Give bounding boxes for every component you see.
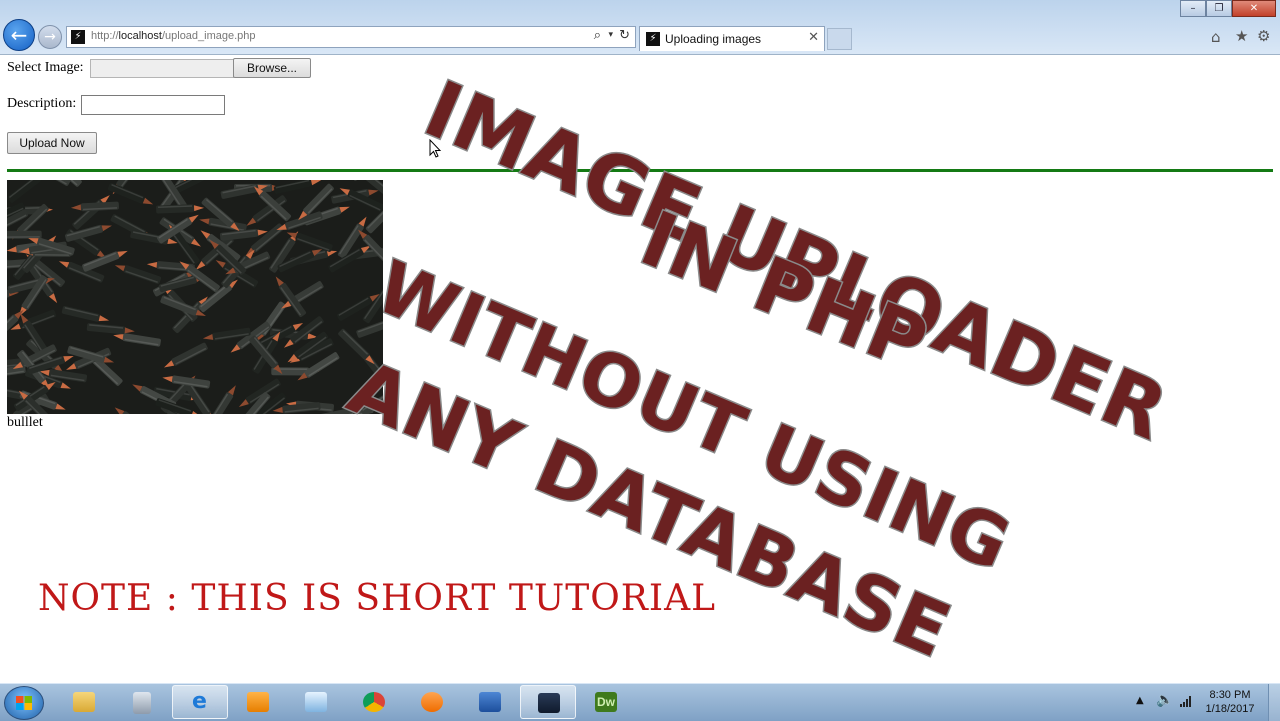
forward-button[interactable]: →	[38, 25, 62, 49]
taskbar-internet-explorer[interactable]: e	[172, 685, 228, 719]
uploaded-image	[7, 180, 383, 414]
dreamweaver-icon: Dw	[595, 692, 617, 712]
chevron-down-icon[interactable]: ▾	[608, 30, 613, 40]
new-tab-button[interactable]	[827, 28, 852, 50]
select-image-label: Select Image:	[7, 60, 84, 76]
taskbar-calculator[interactable]	[114, 685, 170, 719]
browser-toolbar: ← → ⚡ http://localhost/upload_image.php …	[0, 0, 1280, 55]
favorites-star-icon[interactable]: ★	[1235, 27, 1248, 45]
note-text: NOTE : THIS IS SHORT TUTORIAL	[38, 578, 716, 619]
tab-uploading-images[interactable]: ⚡ Uploading images ✕	[639, 26, 825, 51]
file-path-input[interactable]	[90, 59, 234, 78]
show-desktop-button[interactable]	[1268, 684, 1280, 721]
system-clock[interactable]: 8:30 PM 1/18/2017	[1200, 688, 1260, 716]
speaker-icon[interactable]: 🔈	[1156, 692, 1173, 708]
clock-time: 8:30 PM	[1200, 688, 1260, 702]
screen-recorder-icon	[538, 693, 560, 713]
site-favicon-icon: ⚡	[71, 30, 85, 44]
taskbar-sticky-notes[interactable]	[288, 685, 344, 719]
windows-logo-icon	[16, 696, 32, 710]
image-caption: bulllet	[7, 415, 43, 431]
taskbar: e Dw ▲ 🔈 8:30 PM 1/18/2017	[0, 683, 1280, 721]
address-bar[interactable]: ⚡ http://localhost/upload_image.php ⌕ ▾ …	[66, 26, 636, 48]
calculator-icon	[133, 692, 151, 714]
minimize-button[interactable]: –	[1180, 0, 1206, 17]
window-close-button[interactable]: ✕	[1232, 0, 1276, 17]
media-player-icon	[247, 692, 269, 712]
start-button[interactable]	[4, 686, 44, 720]
tab-favicon-icon: ⚡	[646, 32, 660, 46]
window-controls: – ❐ ✕	[1180, 0, 1276, 18]
taskbar-file-explorer[interactable]	[56, 685, 112, 719]
clock-date: 1/18/2017	[1200, 702, 1260, 716]
tab-title: Uploading images	[665, 32, 761, 46]
close-icon[interactable]: ✕	[808, 30, 819, 45]
home-icon[interactable]: ⌂	[1211, 28, 1221, 46]
back-button[interactable]: ←	[3, 19, 35, 51]
gear-icon[interactable]: ⚙	[1257, 27, 1270, 45]
uc-browser-icon	[421, 692, 443, 712]
taskbar-word[interactable]	[462, 685, 518, 719]
arrow-right-icon: →	[44, 29, 56, 45]
url-prefix: http://	[91, 30, 119, 42]
internet-explorer-icon: e	[192, 689, 214, 709]
browse-button[interactable]: Browse...	[233, 58, 311, 78]
description-input[interactable]	[81, 95, 225, 115]
show-hidden-icons-icon[interactable]: ▲	[1136, 695, 1144, 706]
taskbar-chrome[interactable]	[346, 685, 402, 719]
sticky-notes-icon	[305, 692, 327, 712]
word-icon	[479, 692, 501, 712]
network-icon[interactable]	[1179, 694, 1193, 708]
taskbar-dreamweaver[interactable]: Dw	[578, 685, 634, 719]
url-host: localhost	[119, 30, 162, 42]
restore-button[interactable]: ❐	[1206, 0, 1232, 17]
arrow-left-icon: ←	[11, 23, 28, 47]
taskbar-uc-browser[interactable]	[404, 685, 460, 719]
search-icon[interactable]: ⌕	[594, 28, 601, 43]
refresh-icon[interactable]: ↻	[619, 28, 630, 43]
description-label: Description:	[7, 96, 76, 112]
upload-now-button[interactable]: Upload Now	[7, 132, 97, 154]
chrome-icon	[363, 692, 385, 712]
bullets-photo-icon	[7, 180, 383, 414]
taskbar-screen-recorder[interactable]	[520, 685, 576, 719]
folder-icon	[73, 692, 95, 712]
taskbar-media-player[interactable]	[230, 685, 286, 719]
url-path: /upload_image.php	[162, 30, 256, 42]
url-text[interactable]: http://localhost/upload_image.php	[91, 30, 256, 42]
